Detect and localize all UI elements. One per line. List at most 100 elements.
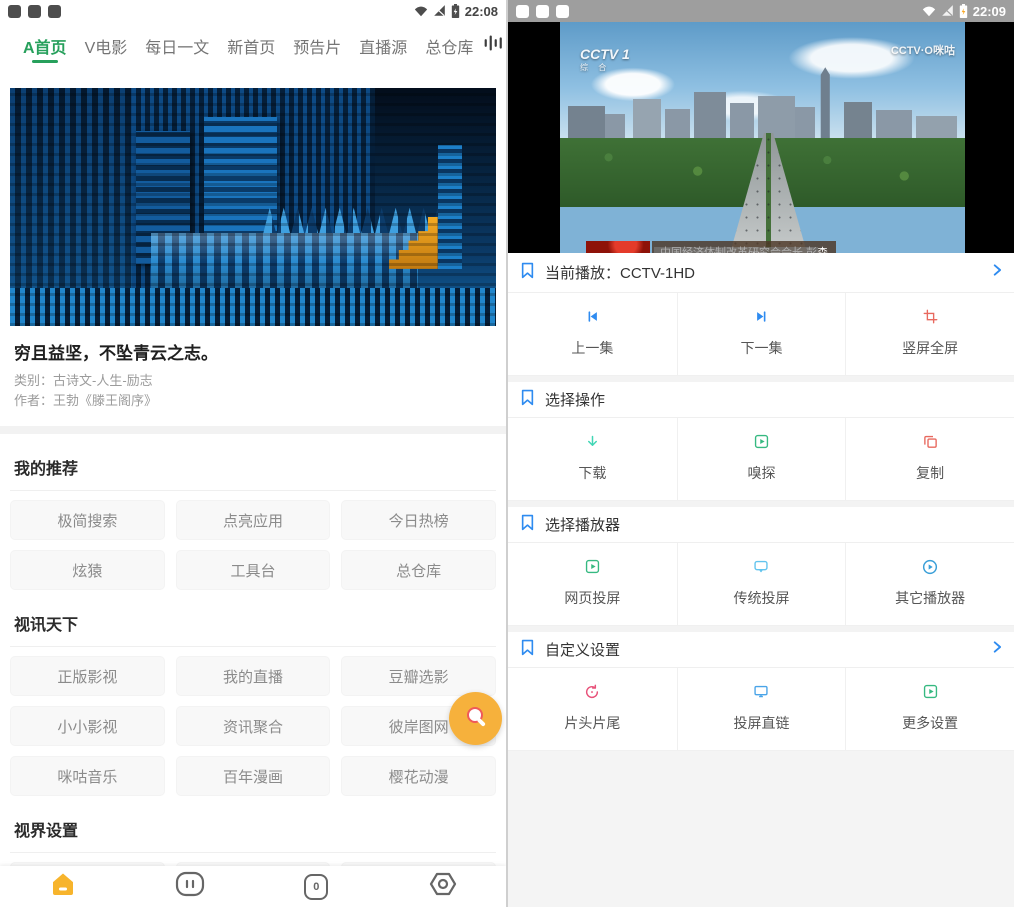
shortcut-button[interactable]: 今日热榜 — [341, 500, 496, 540]
search-icon — [463, 704, 489, 733]
skip-previous-icon — [585, 308, 600, 325]
action-label: 更多设置 — [902, 713, 958, 733]
action-grid: 上一集下一集 竖屏全屏 — [508, 293, 1014, 376]
play-square-icon — [585, 558, 600, 575]
action-grid: 下载 嗅探 复制 — [508, 418, 1014, 501]
play-square-icon — [754, 433, 769, 450]
action-cell[interactable]: 复制 — [845, 418, 1014, 500]
hero-image[interactable] — [10, 88, 496, 326]
video-player[interactable]: CCTV 1 综 合 CCTV·O咪咕 今晚关注 中国经济体制改革研究会会长 彭… — [508, 22, 1014, 253]
nav-downloads[interactable]: 0 — [253, 866, 380, 907]
action-cell[interactable]: 下载 — [508, 418, 677, 500]
bookmark-icon — [520, 639, 535, 661]
shortcut-button[interactable]: 小小影视 — [10, 706, 165, 746]
now-playing-label: 当前播放：CCTV-1HD — [545, 262, 695, 283]
section-header-label: 选择播放器 — [545, 514, 620, 535]
nav-home[interactable] — [0, 866, 127, 907]
equalizer-icon[interactable] — [482, 33, 506, 58]
action-grid: 片头片尾 投屏直链 更多设置 — [508, 668, 1014, 751]
notification-square — [8, 5, 21, 18]
action-cell[interactable]: 投屏直链 — [677, 668, 846, 750]
bottom-nav-bar: 0 — [0, 866, 506, 907]
right-phone-screen: 22:09 CCTV 1 综 — [508, 0, 1014, 907]
shortcut-button[interactable]: 工具台 — [176, 550, 331, 590]
tab[interactable]: 新首页 — [218, 22, 284, 69]
tab-active[interactable]: A首页 — [14, 22, 76, 69]
nav-settings[interactable] — [380, 866, 507, 907]
tabs-container: A首页V电影每日一文新首页预告片直播源总仓库 — [14, 22, 482, 69]
notification-square — [536, 5, 549, 18]
shortcut-button[interactable]: 正版影视 — [10, 656, 165, 696]
shortcut-button[interactable]: 总仓库 — [341, 550, 496, 590]
top-tab-bar: A首页V电影每日一文新首页预告片直播源总仓库 — [0, 22, 506, 69]
section-title: 我的推荐 — [14, 455, 492, 479]
crop-icon — [923, 308, 938, 325]
download-icon — [585, 433, 600, 450]
cast-bubble-icon — [753, 558, 769, 575]
floating-search-button[interactable] — [449, 692, 502, 745]
action-grid: 网页投屏 传统投屏 其它播放器 — [508, 543, 1014, 626]
action-cell[interactable]: 其它播放器 — [845, 543, 1014, 625]
section-header-label: 选择操作 — [545, 389, 605, 410]
shortcut-button[interactable]: 我的直播 — [176, 656, 331, 696]
section-header[interactable]: 自定义设置 — [508, 632, 1014, 668]
monitor-icon — [753, 683, 769, 700]
hairline-divider — [10, 646, 496, 647]
circle-play-icon — [922, 558, 938, 575]
now-playing-row[interactable]: 当前播放：CCTV-1HD — [508, 253, 1014, 293]
channel-logo: CCTV 1 综 合 — [580, 48, 630, 74]
shortcut-button[interactable]: 点亮应用 — [176, 500, 331, 540]
shortcut-button[interactable]: 咪咕音乐 — [10, 756, 165, 796]
action-cell[interactable]: 更多设置 — [845, 668, 1014, 750]
battery-charging-icon — [959, 4, 968, 18]
news-globe-graphic: 晚间新闻 — [586, 241, 650, 253]
wifi-icon — [414, 5, 428, 17]
quote-author: 作者：王勃《滕王阁序》 — [14, 391, 492, 411]
action-label: 下一集 — [740, 338, 782, 358]
shortcut-button[interactable]: 炫猿 — [10, 550, 165, 590]
tab[interactable]: V电影 — [76, 22, 137, 69]
action-label: 竖屏全屏 — [902, 338, 958, 358]
action-label: 网页投屏 — [564, 588, 620, 608]
hairline-divider — [10, 490, 496, 491]
action-cell[interactable]: 上一集 — [508, 293, 677, 375]
action-cell[interactable]: 片头片尾 — [508, 668, 677, 750]
action-cell[interactable]: 嗅探 — [677, 418, 846, 500]
notification-icons — [8, 5, 61, 18]
shortcut-button[interactable]: 资讯聚合 — [176, 706, 331, 746]
shortcut-button[interactable]: 极简搜索 — [10, 500, 165, 540]
action-cell[interactable]: 竖屏全屏 — [845, 293, 1014, 375]
tab[interactable]: 直播源 — [350, 22, 416, 69]
action-label: 复制 — [916, 463, 944, 483]
status-indicators: 22:08 — [414, 4, 498, 19]
section-header: 选择播放器 — [508, 507, 1014, 543]
tab[interactable]: 每日一文 — [136, 22, 218, 69]
action-label: 片头片尾 — [564, 713, 620, 733]
action-cell[interactable]: 传统投屏 — [677, 543, 846, 625]
shortcut-button[interactable]: 樱花动漫 — [341, 756, 496, 796]
channel-watermark: CCTV·O咪咕 — [891, 42, 955, 58]
hairline-divider — [10, 852, 496, 853]
notification-square — [48, 5, 61, 18]
tab[interactable]: 预告片 — [284, 22, 350, 69]
shortcut-section: 我的推荐极简搜索点亮应用今日热榜炫猿工具台总仓库 — [0, 455, 506, 590]
action-label: 传统投屏 — [733, 588, 789, 608]
shortcut-button[interactable]: 百年漫画 — [176, 756, 331, 796]
tab[interactable]: 总仓库 — [416, 22, 482, 69]
play-square-icon — [923, 683, 938, 700]
action-label: 投屏直链 — [733, 713, 789, 733]
shortcut-grid: 正版影视我的直播豆瓣选影小小影视资讯聚合彼岸图网咪咕音乐百年漫画樱花动漫 — [0, 656, 506, 796]
action-cell[interactable]: 下一集 — [677, 293, 846, 375]
action-cell[interactable]: 网页投屏 — [508, 543, 677, 625]
action-label: 嗅探 — [747, 463, 775, 483]
status-time: 22:09 — [973, 4, 1006, 19]
notification-square — [516, 5, 529, 18]
city-skyline — [560, 73, 965, 142]
chevron-right-icon — [990, 640, 1004, 659]
section-title: 视界设置 — [14, 817, 492, 841]
shortcut-button[interactable]: 豆瓣选影 — [341, 656, 496, 696]
action-label: 下载 — [578, 463, 606, 483]
pause-icon — [175, 871, 205, 902]
status-bar: 22:09 — [508, 0, 1014, 22]
nav-live[interactable] — [127, 866, 254, 907]
